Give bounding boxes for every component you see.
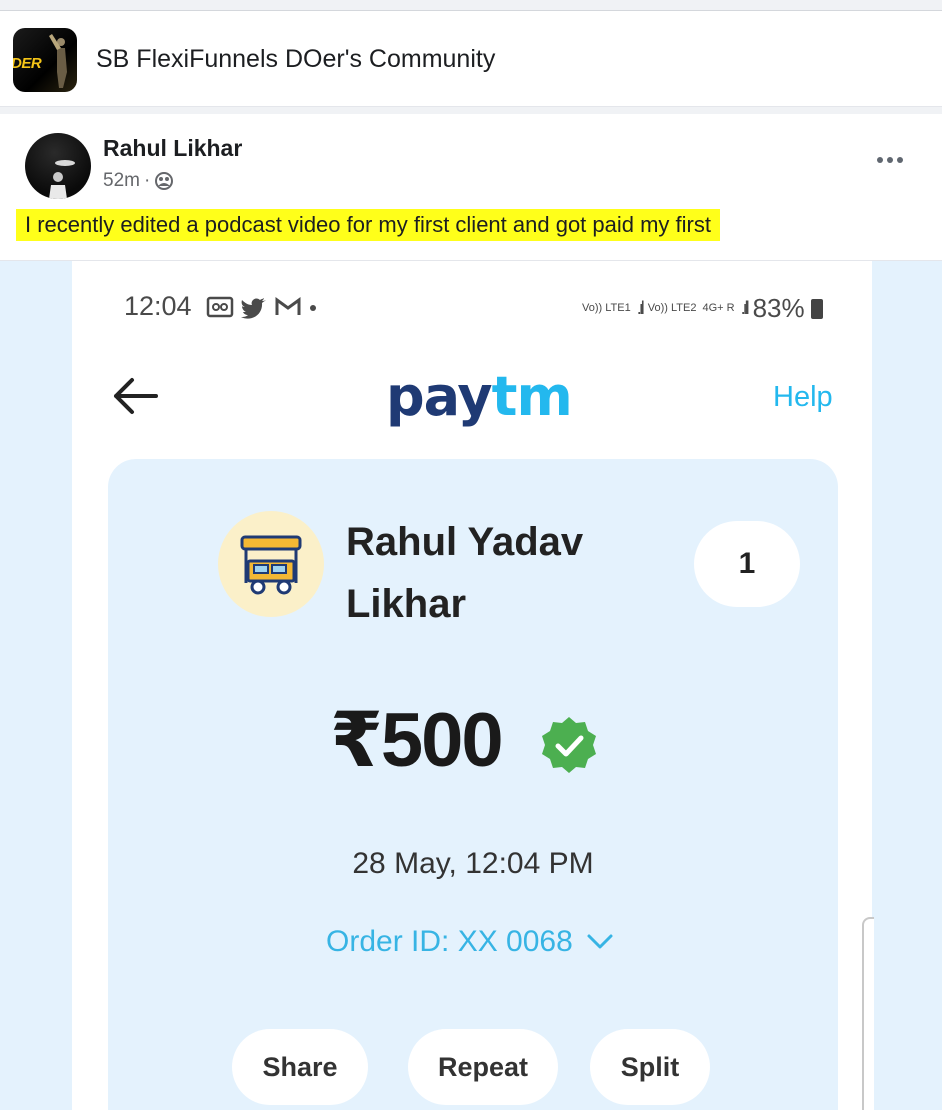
meta-separator: · [143, 170, 151, 191]
status-bar: 12:04 Vo)) LTE1 .ıl Vo)) LTE2 4G+ R .ıll… [72, 291, 872, 327]
dot-icon [310, 305, 316, 311]
merchant-name-line2: Likhar [346, 582, 467, 626]
battery-percent: 83% [752, 293, 805, 323]
food-cart-graphic [240, 535, 302, 595]
status-notification-icons [206, 295, 318, 319]
post-time[interactable]: 52m [103, 170, 140, 192]
group-header[interactable]: DER SB FlexiFunnels DOer's Community [0, 11, 942, 107]
adjacent-image-edge [862, 917, 874, 1110]
group-name[interactable]: SB FlexiFunnels DOer's Community [96, 45, 495, 74]
status-time: 12:04 [124, 291, 192, 321]
chevron-down-icon [587, 934, 613, 949]
group-avatar-text: DER [13, 55, 42, 72]
more-dot [877, 157, 883, 163]
paytm-logo-tm: tm [491, 365, 573, 428]
signal-bars-2: .ıll [740, 298, 750, 318]
author-avatar[interactable] [25, 133, 91, 199]
gmail-icon [275, 297, 301, 315]
food-cart-icon [218, 511, 324, 617]
payment-screenshot: 12:04 Vo)) LTE1 .ıl Vo)) LTE2 4G+ R .ıll… [72, 261, 872, 1110]
paytm-logo: paytm [386, 365, 573, 428]
network-label-1: Vo)) LTE1 [582, 302, 631, 314]
paytm-logo-pay: pay [386, 365, 493, 428]
merchant-name-line1: Rahul Yadav [346, 520, 584, 564]
more-dot [897, 157, 903, 163]
more-options-icon[interactable] [870, 150, 910, 170]
help-link[interactable]: Help [773, 381, 833, 414]
transaction-count-badge: 1 [694, 521, 800, 607]
verified-check-icon [542, 717, 596, 773]
author-name[interactable]: Rahul Likhar [103, 135, 242, 162]
payment-amount: ₹500 [330, 698, 504, 783]
merchant-name: Rahul Yadav Likhar [346, 511, 646, 635]
person-silhouette-icon [49, 34, 67, 88]
author-photo-icon [49, 160, 75, 199]
split-button[interactable]: Split [590, 1029, 710, 1105]
more-dot [887, 157, 893, 163]
back-arrow-icon[interactable] [112, 376, 158, 416]
post-image[interactable]: 12:04 Vo)) LTE1 .ıl Vo)) LTE2 4G+ R .ıll… [0, 261, 942, 1110]
group-avatar[interactable]: DER [13, 28, 77, 92]
twitter-icon [241, 298, 266, 319]
order-id-text: Order ID: XX 0068 [326, 925, 573, 958]
battery-icon [810, 298, 823, 319]
post-text: I recently edited a podcast video for my… [16, 209, 720, 241]
transaction-date: 28 May, 12:04 PM [352, 847, 594, 880]
post-meta: 52m · [103, 170, 174, 192]
signal-bars-1: .ıl [636, 298, 645, 318]
gallery-icon [206, 296, 234, 318]
transaction-card: Rahul Yadav Likhar 1 ₹500 28 May, 12:04 … [108, 459, 838, 1110]
group-audience-icon [155, 172, 174, 190]
order-id-toggle[interactable]: Order ID: XX 0068 [326, 925, 615, 959]
repeat-button[interactable]: Repeat [408, 1029, 558, 1105]
share-button[interactable]: Share [232, 1029, 368, 1105]
network-label-2: Vo)) LTE2 [647, 302, 697, 314]
network-label-3: 4G+ R [702, 302, 735, 314]
status-system-icons: Vo)) LTE1 .ıl Vo)) LTE2 4G+ R .ıll 83% [582, 293, 823, 324]
